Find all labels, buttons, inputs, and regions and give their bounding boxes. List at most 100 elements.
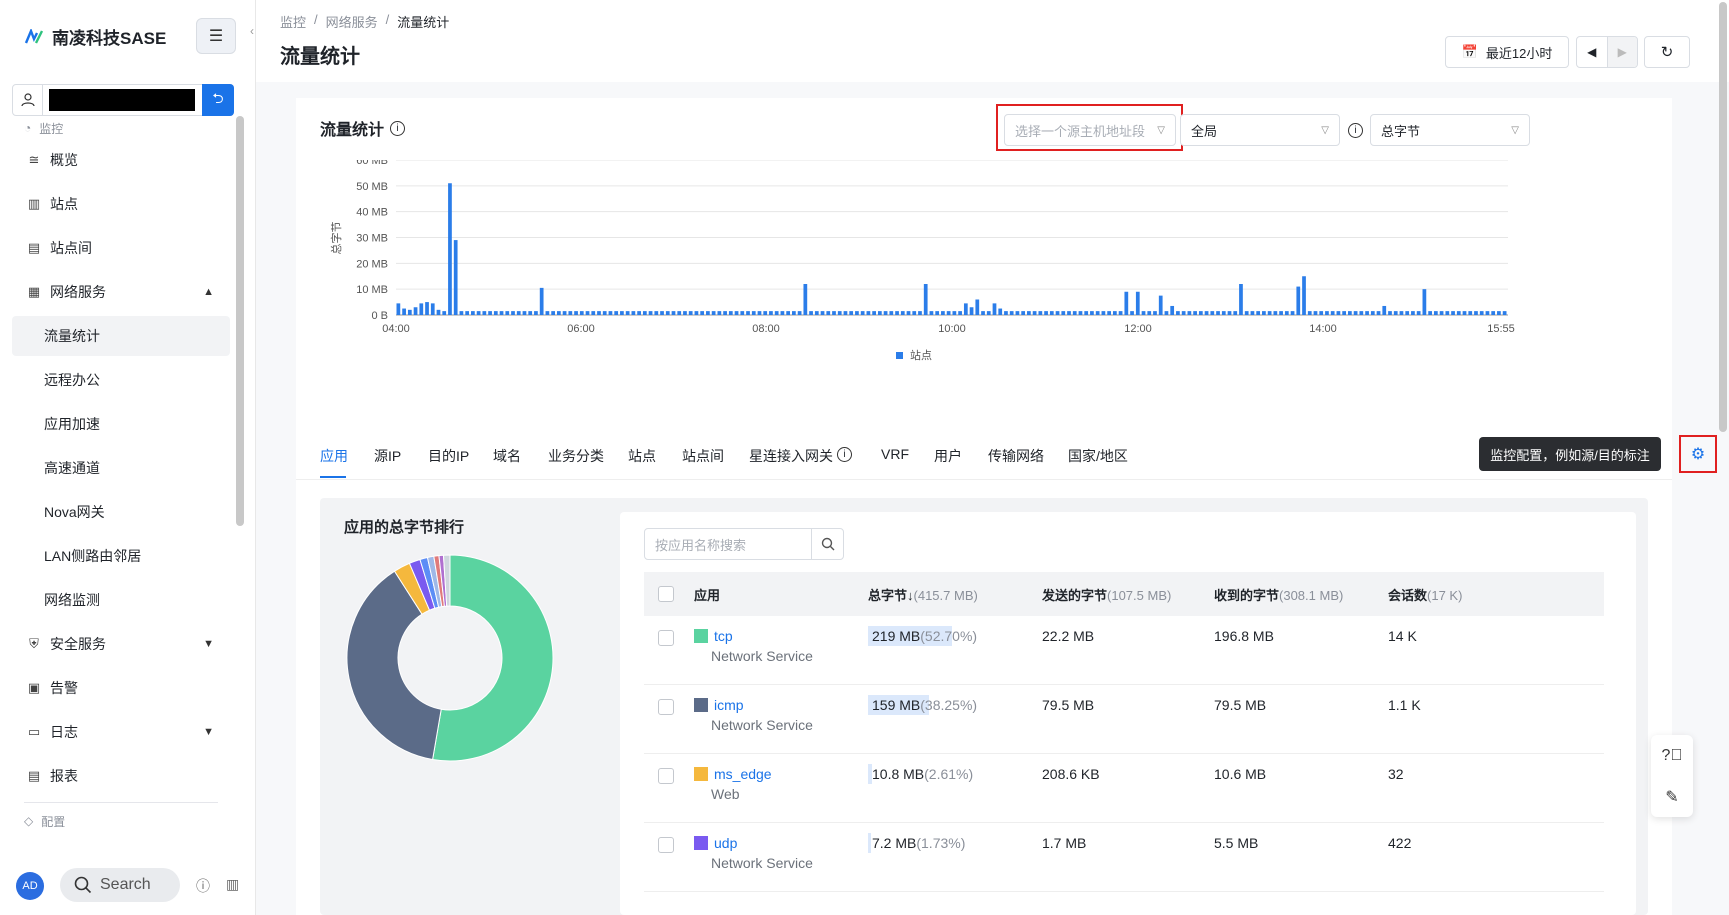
time-range-button[interactable]: 📅 最近12小时 bbox=[1445, 36, 1569, 68]
chart-bar bbox=[1411, 311, 1415, 315]
sidebar-item-security-service[interactable]: ⛨ 安全服务 ▼ bbox=[12, 622, 230, 666]
sidebar-scrollbar[interactable] bbox=[236, 116, 244, 526]
tab-src-ip[interactable]: 源IP bbox=[374, 446, 401, 466]
app-search-button[interactable] bbox=[811, 529, 843, 559]
chart-bar bbox=[511, 311, 515, 315]
tab-inter-site[interactable]: 站点间 bbox=[682, 446, 724, 466]
sidebar-subitem-traffic-stats[interactable]: 流量统计 bbox=[12, 316, 230, 356]
sidebar-subitem-nova-gateway[interactable]: Nova网关 bbox=[12, 490, 230, 534]
chart-bar bbox=[1141, 311, 1146, 315]
app-name-link[interactable]: icmp bbox=[714, 697, 744, 713]
row-checkbox[interactable] bbox=[658, 837, 674, 853]
avatar[interactable]: AD bbox=[16, 872, 44, 900]
help-button[interactable]: ?⃝ bbox=[1651, 735, 1693, 776]
next-period-button[interactable]: ▶ bbox=[1606, 37, 1637, 67]
app-category: Network Service bbox=[711, 717, 813, 733]
metric-info-icon[interactable]: i bbox=[1348, 123, 1363, 138]
refresh-button[interactable]: ↻ bbox=[1644, 36, 1690, 68]
sidebar-subitem-high-speed-channel[interactable]: 高速通道 bbox=[12, 446, 230, 490]
switch-tenant-button[interactable]: ⮌ bbox=[202, 84, 234, 116]
page-scrollbar[interactable] bbox=[1719, 2, 1727, 432]
previous-period-button[interactable]: ◀ bbox=[1577, 37, 1607, 67]
global-search-button[interactable]: Search bbox=[60, 868, 180, 902]
col-recv[interactable]: 收到的字节(308.1 MB) bbox=[1214, 585, 1343, 604]
chart-bar bbox=[1382, 305, 1387, 315]
chevron-down-icon: ▼ bbox=[203, 726, 214, 738]
table-row[interactable]: udp Network Service 7.2 MB(1.73%) 1.7 MB 5.5… bbox=[644, 823, 1604, 892]
app-name-link[interactable]: udp bbox=[714, 835, 737, 851]
col-sent[interactable]: 发送的字节(107.5 MB) bbox=[1042, 585, 1171, 604]
tab-business-category[interactable]: 业务分类 bbox=[548, 446, 604, 466]
tab-country-region[interactable]: 国家/地区 bbox=[1068, 446, 1128, 466]
scope-select[interactable]: 全局 ▽ bbox=[1180, 114, 1340, 146]
chart-bar bbox=[1004, 311, 1008, 315]
stats-icon[interactable]: ▥ bbox=[226, 876, 239, 893]
row-checkbox[interactable] bbox=[658, 768, 674, 784]
chart-bar bbox=[1456, 311, 1461, 315]
col-total[interactable]: 总字节↓(415.7 MB) bbox=[868, 585, 978, 604]
legend-swatch bbox=[896, 352, 903, 359]
table-row[interactable]: tcp Network Service 219 MB(52.70%) 22.2 MB 1… bbox=[644, 616, 1604, 685]
sent-bytes-cell: 79.5 MB bbox=[1042, 697, 1095, 713]
sidebar-item-report[interactable]: ▤ 报表 bbox=[12, 754, 230, 798]
chart-bar bbox=[774, 311, 779, 315]
tab-dst-ip[interactable]: 目的IP bbox=[428, 446, 469, 466]
chart-bar bbox=[688, 311, 693, 315]
chart-bar bbox=[872, 311, 876, 315]
chart-bar bbox=[1428, 311, 1432, 315]
sidebar-item-overview[interactable]: ≅ 概览 bbox=[12, 138, 230, 182]
chart-bar bbox=[723, 311, 727, 315]
row-checkbox[interactable] bbox=[658, 699, 674, 715]
chevron-down-icon: ▼ bbox=[203, 638, 214, 650]
user-icon bbox=[13, 85, 43, 115]
chart-bar bbox=[493, 311, 498, 315]
sidebar-subitem-remote-work[interactable]: 远程办公 bbox=[12, 358, 230, 402]
col-sessions[interactable]: 会话数(17 K) bbox=[1388, 585, 1462, 604]
breadcrumb-network-service[interactable]: 网络服务 bbox=[326, 12, 378, 31]
page-header: 监控 / 网络服务 / 流量统计 流量统计 📅 最近12小时 ◀ ▶ ↻ bbox=[256, 0, 1729, 82]
breadcrumb-monitor[interactable]: 监控 bbox=[280, 12, 306, 31]
info-icon[interactable]: i bbox=[390, 120, 406, 136]
chart-bar bbox=[797, 311, 802, 315]
sidebar-item-site[interactable]: ▥ 站点 bbox=[12, 182, 230, 226]
feedback-button[interactable]: ✎ bbox=[1651, 776, 1693, 817]
col-total-sub: (415.7 MB) bbox=[913, 587, 978, 603]
tab-user[interactable]: 用户 bbox=[934, 446, 962, 466]
metric-select[interactable]: 总字节 ▽ bbox=[1370, 114, 1530, 146]
help-icon[interactable]: ⓘ bbox=[196, 876, 210, 896]
chart-bar bbox=[1158, 295, 1163, 315]
y-tick-label: 60 MB bbox=[356, 160, 388, 167]
info-icon: i bbox=[837, 447, 852, 462]
sessions-cell: 32 bbox=[1388, 766, 1404, 782]
row-checkbox[interactable] bbox=[658, 630, 674, 646]
sidebar-item-inter-site[interactable]: ▤ 站点间 bbox=[12, 226, 230, 270]
sidebar-subitem-lan-neighbors[interactable]: LAN侧路由邻居 bbox=[12, 534, 230, 578]
chart-bar bbox=[545, 311, 550, 315]
monitor-config-button[interactable]: ⚙ bbox=[1679, 435, 1717, 473]
tab-app[interactable]: 应用 bbox=[320, 446, 348, 466]
tab-domain[interactable]: 域名 bbox=[493, 446, 521, 466]
table-row[interactable]: ms_edge Web 10.8 MB(2.61%) 208.6 KB 10.6 MB 3… bbox=[644, 754, 1604, 823]
donut-slice-tcp[interactable] bbox=[432, 554, 554, 762]
sidebar-subitem-network-monitoring[interactable]: 网络监测 bbox=[12, 578, 230, 622]
total-bytes-pct: (52.70%) bbox=[920, 628, 978, 644]
select-all-checkbox[interactable] bbox=[658, 586, 674, 602]
chart-bar bbox=[1250, 311, 1255, 315]
app-search-input[interactable]: 按应用名称搜索 bbox=[644, 528, 844, 560]
tab-star-gateway[interactable]: 星连接入网关 bbox=[749, 446, 833, 466]
table-row[interactable]: icmp Network Service 159 MB(38.25%) 79.5 MB… bbox=[644, 685, 1604, 754]
chart-bar bbox=[1072, 311, 1077, 315]
chart-bar bbox=[620, 311, 624, 315]
sidebar-item-log[interactable]: ▭ 日志 ▼ bbox=[12, 710, 230, 754]
app-name-link[interactable]: tcp bbox=[714, 628, 733, 644]
app-name-link[interactable]: ms_edge bbox=[714, 766, 772, 782]
traffic-card-title-text: 流量统计 bbox=[320, 122, 385, 139]
menu-toggle-button[interactable]: ☰ bbox=[196, 18, 236, 54]
tab-vrf[interactable]: VRF bbox=[881, 446, 909, 462]
tab-site[interactable]: 站点 bbox=[628, 446, 656, 466]
sidebar-subitem-app-acceleration[interactable]: 应用加速 bbox=[12, 402, 230, 446]
sidebar-item-network-service[interactable]: ▦ 网络服务 ▲ bbox=[12, 270, 230, 314]
sidebar-item-alert[interactable]: ▣ 告警 bbox=[12, 666, 230, 710]
chart-bar bbox=[1049, 311, 1054, 315]
tab-transport-network[interactable]: 传输网络 bbox=[988, 446, 1044, 466]
